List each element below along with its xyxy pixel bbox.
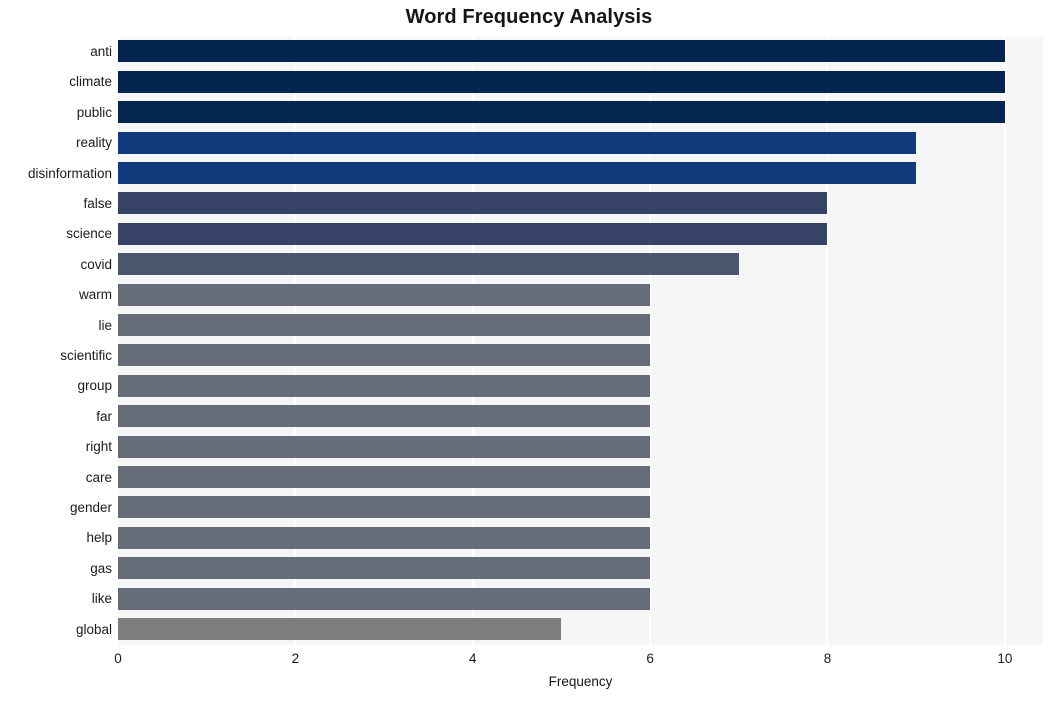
bar[interactable] (118, 101, 1005, 124)
y-tick-label: right (85, 439, 112, 455)
y-tick-label: science (66, 226, 112, 242)
y-tick-label: warm (79, 287, 112, 303)
y-tick-label: public (76, 104, 112, 120)
bar[interactable] (118, 283, 651, 306)
bar[interactable] (118, 617, 562, 640)
bar[interactable] (118, 40, 1005, 63)
y-tick-label: climate (69, 74, 112, 90)
bar[interactable] (118, 435, 651, 458)
y-tick-label: global (75, 621, 112, 637)
bars-layer (118, 37, 1043, 645)
y-tick-label: reality (75, 135, 112, 151)
y-tick-label: disinformation (27, 165, 112, 181)
bar[interactable] (118, 374, 651, 397)
chart-title: Word Frequency Analysis (405, 6, 653, 28)
y-tick-label: care (85, 469, 112, 485)
bar[interactable] (118, 131, 917, 154)
y-tick-label: scientific (60, 348, 112, 363)
y-tick-label: like (91, 591, 112, 607)
y-axis-tick-labels: anti climate public reality disinformation fa… (0, 37, 112, 645)
bar[interactable] (118, 526, 651, 549)
bar[interactable] (118, 70, 1005, 93)
bar[interactable] (118, 405, 651, 428)
y-tick-label: false (83, 196, 112, 211)
bar[interactable] (118, 313, 651, 336)
x-tick-label: 6 (646, 651, 654, 666)
x-tick-label: 4 (468, 651, 477, 666)
x-axis-tick-labels: 0 2 4 6 8 10 (0, 645, 1058, 675)
y-tick-label: help (86, 530, 112, 546)
y-tick-label: group (77, 378, 112, 394)
x-tick-label: 0 (114, 651, 122, 666)
x-tick-label: 8 (823, 651, 832, 666)
x-tick-label: 2 (291, 651, 300, 666)
x-tick-label: 10 (997, 651, 1013, 666)
y-tick-label: gender (69, 500, 112, 515)
chart-figure: Word Frequency Analysis anti climate publi… (0, 0, 1058, 701)
bar[interactable] (118, 222, 828, 245)
bar[interactable] (118, 344, 651, 367)
y-tick-label: lie (98, 317, 112, 333)
bar[interactable] (118, 496, 651, 519)
bar[interactable] (118, 587, 651, 610)
bar[interactable] (118, 557, 651, 580)
y-tick-label: covid (80, 256, 112, 272)
bar[interactable] (118, 465, 651, 488)
bar[interactable] (118, 161, 917, 184)
y-tick-label: gas (90, 560, 112, 576)
bar[interactable] (118, 253, 739, 276)
bar[interactable] (118, 192, 828, 215)
x-axis-title: Frequency (548, 674, 613, 689)
y-tick-label: anti (90, 44, 112, 59)
y-tick-label: far (96, 408, 112, 424)
